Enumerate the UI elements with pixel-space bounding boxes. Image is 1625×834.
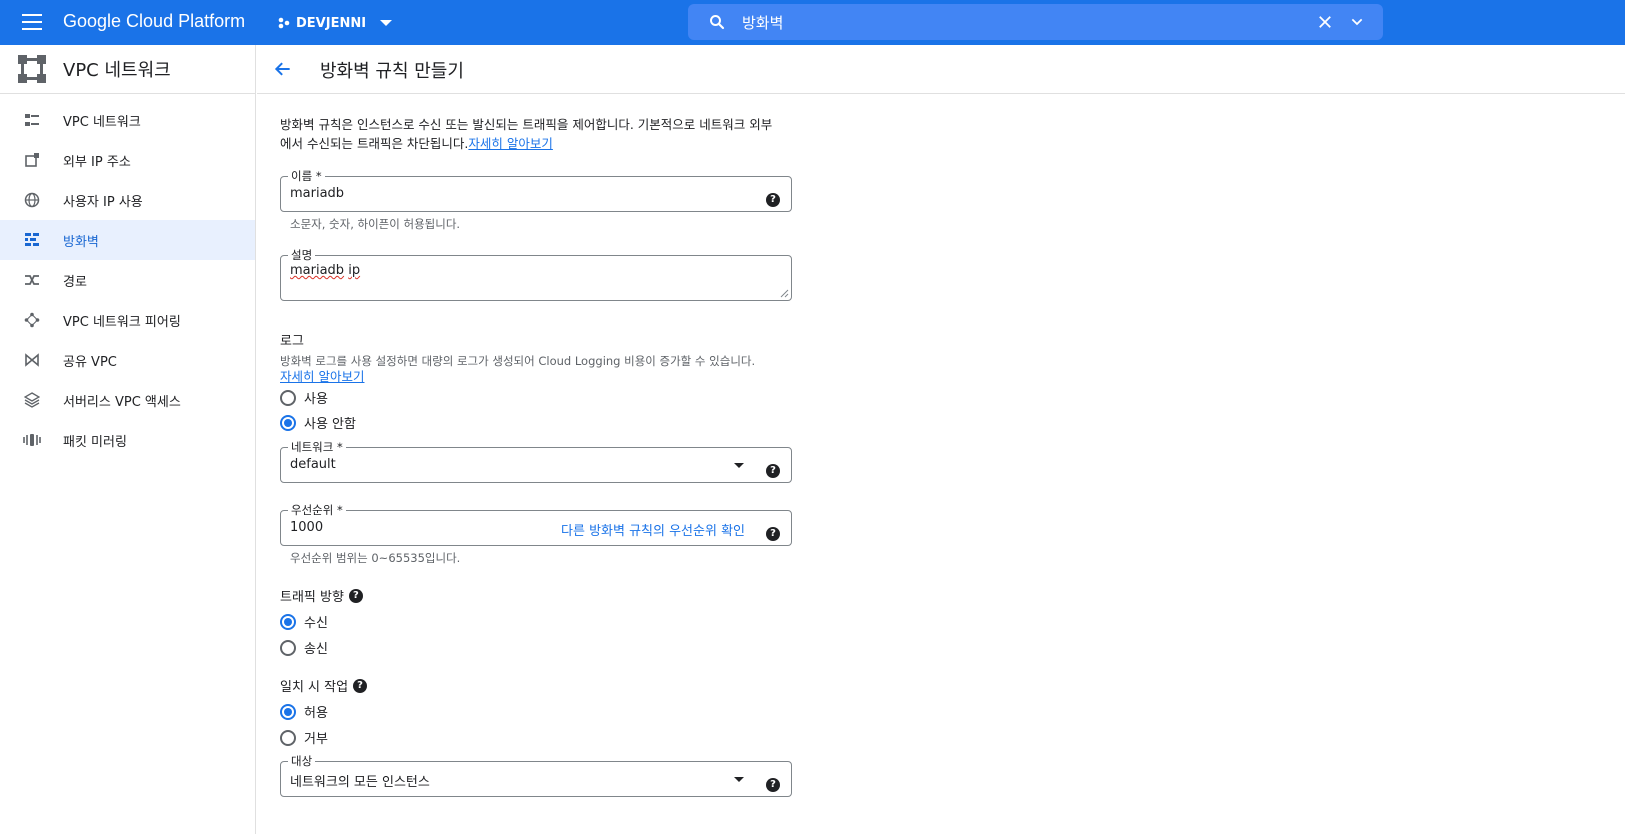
serverless-icon xyxy=(23,391,41,409)
back-arrow-icon[interactable] xyxy=(273,59,293,79)
priority-label: 우선순위 * xyxy=(288,502,346,518)
priority-hint: 우선순위 범위는 0~65535입니다. xyxy=(290,551,461,565)
direction-ingress-radio[interactable]: 수신 xyxy=(280,612,328,631)
dropdown-arrow-icon xyxy=(734,777,744,782)
chevron-down-icon[interactable] xyxy=(1348,14,1366,30)
name-field[interactable]: 이름 * mariadb ? xyxy=(280,168,792,212)
action-deny-radio[interactable]: 거부 xyxy=(280,728,328,747)
sidebar-item-routes[interactable]: 경로 xyxy=(0,260,255,300)
network-select[interactable]: 네트워크 * default ? xyxy=(280,439,792,483)
sidebar-item-label: 외부 IP 주소 xyxy=(63,154,131,170)
priority-value: 1000 xyxy=(290,520,324,535)
priority-field[interactable]: 우선순위 * 1000 다른 방화벽 규칙의 우선순위 확인 ? xyxy=(280,502,792,546)
sidebar-item-external-ip[interactable]: 외부 IP 주소 xyxy=(0,140,255,180)
search-input[interactable] xyxy=(742,10,1262,34)
sidebar-item-label: VPC 네트워크 피어링 xyxy=(63,314,181,330)
radio-unselected-icon xyxy=(280,389,296,406)
radio-selected-icon xyxy=(280,613,296,630)
project-selector[interactable]: DEVJENNI xyxy=(278,12,393,34)
sidebar-nav: VPC 네트워크 외부 IP 주소 사용자 IP 사용 방화벽 경로 VPC 네… xyxy=(0,94,255,460)
peering-icon xyxy=(23,311,41,329)
dropdown-arrow-icon xyxy=(734,463,744,468)
sidebar-item-packet-mirroring[interactable]: 패킷 미러링 xyxy=(0,420,255,460)
logs-section-title: 로그 xyxy=(280,334,304,349)
logs-text: 방화벽 로그를 사용 설정하면 대량의 로그가 생성되어 Cloud Loggi… xyxy=(280,354,756,368)
intro-learn-more-link[interactable]: 자세히 알아보기 xyxy=(468,136,552,151)
network-help-icon[interactable]: ? xyxy=(766,458,780,478)
routes-icon xyxy=(23,271,41,289)
name-value: mariadb xyxy=(290,186,345,201)
sidebar-item-shared-vpc[interactable]: 공유 VPC xyxy=(0,340,255,380)
top-app-bar: Google Cloud Platform DEVJENNI xyxy=(0,0,1625,45)
targets-label: 대상 xyxy=(288,753,316,769)
targets-select[interactable]: 대상 네트워크의 모든 인스턴스 ? xyxy=(280,753,792,797)
sidebar-item-label: 공유 VPC xyxy=(63,354,117,370)
clear-search-icon[interactable] xyxy=(1316,13,1334,31)
sidebar-item-byoip[interactable]: 사용자 IP 사용 xyxy=(0,180,255,220)
check-priority-link[interactable]: 다른 방화벽 규칙의 우선순위 확인 xyxy=(561,520,745,539)
sidebar-item-firewall[interactable]: 방화벽 xyxy=(0,220,255,260)
main-content: 방화벽 규칙 만들기 방화벽 규칙은 인스턴스로 수신 또는 발신되는 트래픽을… xyxy=(257,45,1625,834)
targets-help-icon[interactable]: ? xyxy=(766,772,780,792)
vpc-product-icon xyxy=(18,55,46,83)
sidebar-item-label: 방화벽 xyxy=(63,234,99,250)
network-label: 네트워크 * xyxy=(288,439,346,455)
project-dots-icon xyxy=(278,17,290,29)
page-title: 방화벽 규칙 만들기 xyxy=(320,61,464,82)
sidebar-item-peering[interactable]: VPC 네트워크 피어링 xyxy=(0,300,255,340)
sidebar-item-label: 경로 xyxy=(63,274,87,290)
description-textarea[interactable]: 설명 mariadb ip xyxy=(280,247,792,301)
action-section-title: 일치 시 작업 ? xyxy=(280,676,368,695)
search-icon xyxy=(710,15,725,30)
sidebar-item-label: VPC 네트워크 xyxy=(63,114,141,130)
action-allow-radio[interactable]: 허용 xyxy=(280,702,328,721)
sidebar-title: VPC 네트워크 xyxy=(63,60,171,81)
brand-title[interactable]: Google Cloud Platform xyxy=(63,11,245,32)
radio-selected-icon xyxy=(280,703,296,720)
sidebar-item-label: 서버리스 VPC 액세스 xyxy=(63,394,181,410)
radio-selected-icon xyxy=(280,414,296,431)
intro-text: 방화벽 규칙은 인스턴스로 수신 또는 발신되는 트래픽을 제어합니다. 기본적… xyxy=(280,115,780,153)
direction-egress-radio[interactable]: 송신 xyxy=(280,638,328,657)
search-bar xyxy=(688,4,1383,40)
logs-description: 방화벽 로그를 사용 설정하면 대량의 로그가 생성되어 Cloud Loggi… xyxy=(280,353,800,385)
name-hint: 소문자, 숫자, 하이픈이 허용됩니다. xyxy=(290,217,461,231)
caret-down-icon xyxy=(380,20,393,26)
logs-on-radio[interactable]: 사용 xyxy=(280,388,328,407)
targets-value: 네트워크의 모든 인스턴스 xyxy=(290,775,430,790)
main-menu-icon[interactable] xyxy=(22,14,42,30)
direction-help-icon[interactable]: ? xyxy=(348,588,363,603)
page-header: 방화벽 규칙 만들기 xyxy=(257,45,1625,94)
resize-handle-icon[interactable] xyxy=(780,289,789,298)
logs-learn-more-link[interactable]: 자세히 알아보기 xyxy=(280,369,364,384)
sidebar-item-label: 사용자 IP 사용 xyxy=(63,194,143,210)
radio-unselected-icon xyxy=(280,639,296,656)
description-label: 설명 xyxy=(288,247,316,263)
name-help-icon[interactable]: ? xyxy=(766,187,780,207)
project-name: DEVJENNI xyxy=(296,15,367,31)
packet-mirroring-icon xyxy=(23,431,41,449)
sidebar-item-label: 패킷 미러링 xyxy=(63,434,127,450)
direction-section-title: 트래픽 방향 ? xyxy=(280,586,363,605)
name-label: 이름 * xyxy=(288,168,325,184)
action-help-icon[interactable]: ? xyxy=(353,678,368,693)
logs-off-radio[interactable]: 사용 안함 xyxy=(280,413,356,432)
priority-help-icon[interactable]: ? xyxy=(766,521,780,541)
radio-unselected-icon xyxy=(280,729,296,746)
external-ip-icon xyxy=(23,151,41,169)
shared-vpc-icon xyxy=(23,351,41,369)
sidebar-item-serverless-vpc[interactable]: 서버리스 VPC 액세스 xyxy=(0,380,255,420)
vpc-network-icon xyxy=(23,111,41,129)
firewall-icon xyxy=(23,231,41,249)
sidebar: VPC 네트워크 VPC 네트워크 외부 IP 주소 사용자 IP 사용 방화벽… xyxy=(0,45,256,834)
network-value: default xyxy=(290,457,336,472)
sidebar-header: VPC 네트워크 xyxy=(0,45,255,94)
sidebar-item-vpc-networks[interactable]: VPC 네트워크 xyxy=(0,100,255,140)
globe-icon xyxy=(23,191,41,209)
description-value: mariadb ip xyxy=(290,263,361,278)
